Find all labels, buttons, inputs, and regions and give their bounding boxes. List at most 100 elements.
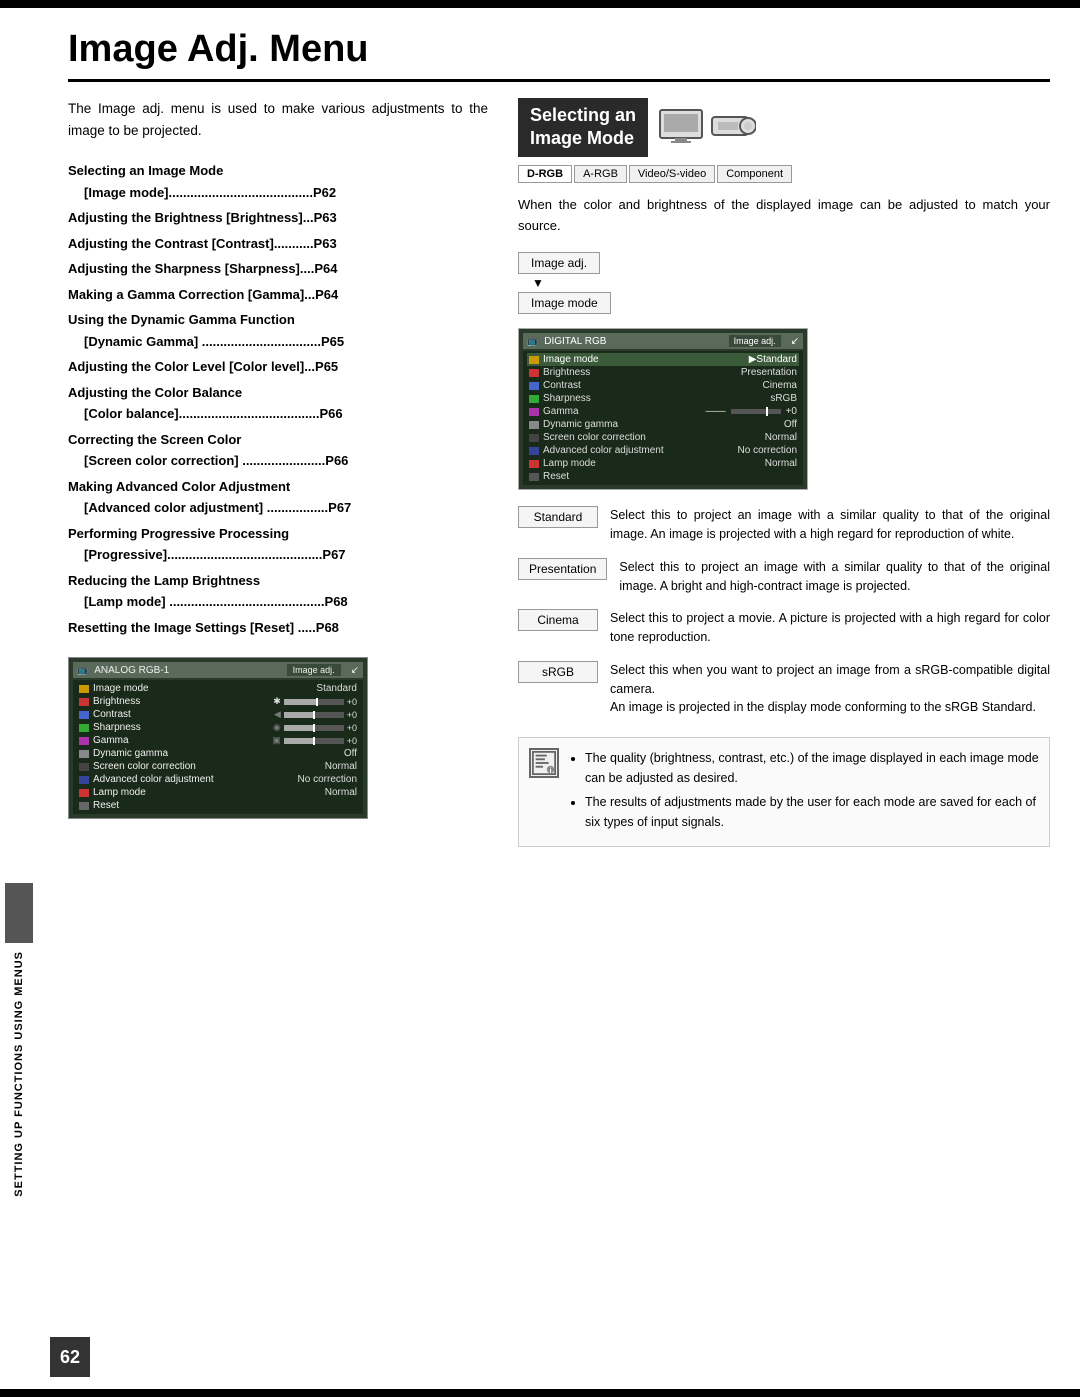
tab-component[interactable]: Component — [717, 165, 792, 183]
toc-label: Adjusting the Color Level [Color level].… — [68, 359, 338, 374]
screenshot-content: Image mode ▶Standard Brightness Presenta… — [523, 351, 803, 485]
toc-entry: Making Advanced Color Adjustment — [68, 477, 488, 497]
row-value: Off — [344, 748, 357, 759]
list-item: Screen color correction Normal — [77, 760, 359, 773]
row-icon — [529, 473, 539, 481]
list-item: Lamp mode Normal — [527, 457, 799, 470]
toc-entry: Using the Dynamic Gamma Function — [68, 310, 488, 330]
row-label: Reset — [543, 471, 569, 482]
toc-entry: [Color balance].........................… — [68, 404, 488, 424]
row-value: sRGB — [770, 393, 797, 404]
mode-option-presentation: Presentation Select this to project an i… — [518, 558, 1050, 596]
row-icon — [79, 750, 89, 758]
right-description: When the color and brightness of the dis… — [518, 195, 1050, 237]
mode-desc-srgb: Select this when you want to project an … — [610, 661, 1050, 717]
note-svg-icon: i — [531, 749, 557, 777]
row-label: Reset — [93, 800, 119, 811]
row-value: No correction — [298, 774, 357, 785]
toc-entry: [Dynamic Gamma] ........................… — [68, 332, 488, 352]
page-number: 62 — [50, 1337, 90, 1377]
slider-bar: ▣ +0 — [272, 735, 357, 746]
slider-bar: ✱ +0 — [273, 696, 357, 707]
toc-label: Making Advanced Color Adjustment — [68, 479, 290, 494]
section-title-line2: Image Mode — [530, 127, 636, 150]
row-value: Normal — [765, 432, 797, 443]
row-icon — [529, 395, 539, 403]
screenshot-title-text: DIGITAL RGB — [544, 336, 606, 347]
list-item: Brightness ✱ +0 — [77, 695, 359, 708]
note-content: The quality (brightness, contrast, etc.)… — [569, 748, 1039, 836]
section-header: Selecting an Image Mode — [518, 98, 1050, 157]
row-label: Advanced color adjustment — [543, 445, 664, 456]
tab-video-svideo[interactable]: Video/S-video — [629, 165, 715, 183]
row-icon — [529, 369, 539, 377]
toc-label: Performing Progressive Processing — [68, 526, 289, 541]
list-item: Advanced color adjustment No correction — [527, 444, 799, 457]
note-box: i The quality (brightness, contrast, etc… — [518, 737, 1050, 847]
row-icon — [79, 737, 89, 745]
tab-a-rgb[interactable]: A-RGB — [574, 165, 627, 183]
mode-label-cinema: Cinema — [518, 609, 598, 631]
mode-label-presentation: Presentation — [518, 558, 607, 580]
screenshot-tab: Image adj. — [729, 335, 781, 347]
toc-label: Using the Dynamic Gamma Function — [68, 312, 295, 327]
row-value: Normal — [325, 787, 357, 798]
input-type-tabs[interactable]: D-RGB A-RGB Video/S-video Component — [518, 165, 1050, 183]
menu-arrow: ▼ — [518, 276, 1050, 290]
row-label: Lamp mode — [93, 787, 146, 798]
row-icon — [529, 408, 539, 416]
toc-label: Adjusting the Contrast [Contrast].......… — [68, 236, 337, 251]
row-label: Image mode — [93, 683, 149, 694]
mode-desc-standard: Select this to project an image with a s… — [610, 506, 1050, 544]
note-item-2: The results of adjustments made by the u… — [585, 792, 1039, 832]
toc-entry: [Advanced color adjustment] ............… — [68, 498, 488, 518]
analog-close: ↙ — [351, 665, 359, 676]
screenshot-titlebar: 📺 DIGITAL RGB Image adj. ↙ — [523, 333, 803, 349]
row-value: Normal — [765, 458, 797, 469]
toc-entry: Making a Gamma Correction [Gamma]...P64 — [68, 285, 488, 305]
menu-box-image-adj: Image adj. — [518, 252, 600, 274]
mode-option-cinema: Cinema Select this to project a movie. A… — [518, 609, 1050, 647]
slider-bar: ◀ +0 — [274, 709, 357, 720]
toc-label: [Dynamic Gamma] ........................… — [84, 334, 344, 349]
row-label: Dynamic gamma — [93, 748, 168, 759]
row-icon — [529, 356, 539, 364]
list-item: Sharpness sRGB — [527, 392, 799, 405]
section-title-line1: Selecting an — [530, 104, 636, 127]
row-icon — [529, 382, 539, 390]
toc-label: [Lamp mode] ............................… — [84, 594, 348, 609]
monitor-svg — [658, 108, 704, 144]
tab-d-rgb[interactable]: D-RGB — [518, 165, 572, 183]
row-label: Contrast — [93, 709, 131, 720]
mode-option-srgb: sRGB Select this when you want to projec… — [518, 661, 1050, 717]
row-value: —— +0 — [706, 406, 797, 417]
sidebar-label: SETTING UP FUNCTIONS USING MENUS — [13, 951, 25, 1197]
bottom-bar — [0, 1389, 1080, 1397]
toc-entry: Resetting the Image Settings [Reset] ...… — [68, 618, 488, 638]
table-of-contents: Selecting an Image Mode [Image mode]....… — [68, 161, 488, 637]
row-icon — [79, 763, 89, 771]
row-icon — [79, 776, 89, 784]
row-value: Cinema — [763, 380, 797, 391]
row-label: Lamp mode — [543, 458, 596, 469]
menu-box-image-mode: Image mode — [518, 292, 611, 314]
toc-label: Correcting the Screen Color — [68, 432, 241, 447]
list-item: Brightness Presentation — [527, 366, 799, 379]
toc-label: Adjusting the Brightness [Brightness]...… — [68, 210, 337, 225]
menu-diagram: Image adj. ▼ Image mode — [518, 252, 1050, 316]
toc-entry: Adjusting the Color Level [Color level].… — [68, 357, 488, 377]
analog-titlebar: 📺 ANALOG RGB-1 Image adj. ↙ — [73, 662, 363, 678]
page-title: Image Adj. Menu — [68, 28, 1050, 82]
toc-label: [Image mode]............................… — [84, 185, 336, 200]
row-icon — [529, 421, 539, 429]
note-list: The quality (brightness, contrast, etc.)… — [569, 748, 1039, 832]
row-label: Contrast — [543, 380, 581, 391]
row-icon — [79, 724, 89, 732]
list-item: Lamp mode Normal — [77, 786, 359, 799]
toc-label: Making a Gamma Correction [Gamma]...P64 — [68, 287, 338, 302]
screenshot-close-icon: ↙ — [791, 336, 799, 347]
toc-label: Reducing the Lamp Brightness — [68, 573, 260, 588]
mode-label-srgb: sRGB — [518, 661, 598, 683]
list-item: Dynamic gamma Off — [527, 418, 799, 431]
projector-icon — [710, 111, 756, 144]
